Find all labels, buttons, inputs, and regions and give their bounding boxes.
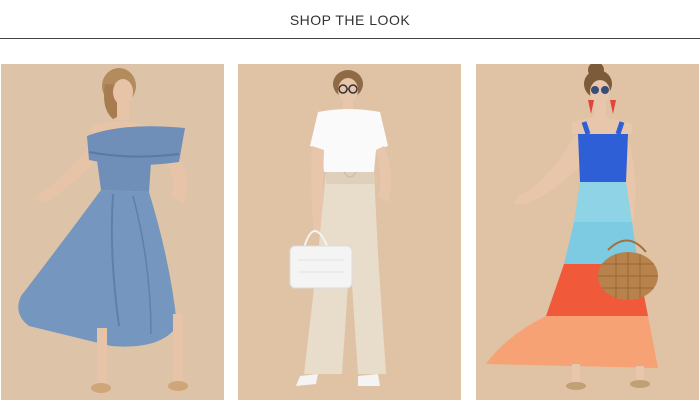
product-image-colorblock-dress [476, 64, 699, 400]
product-card-blue-dress[interactable] [1, 64, 224, 400]
product-image-blue-dress [1, 64, 224, 400]
header-divider [0, 38, 700, 39]
product-card-white-top-beige-pants[interactable] [238, 64, 461, 400]
section-title: SHOP THE LOOK [289, 12, 411, 28]
product-grid [0, 64, 700, 400]
product-card-colorblock-dress[interactable] [476, 64, 699, 400]
page-header: SHOP THE LOOK [0, 0, 700, 39]
product-image-white-top-beige-pants [238, 64, 461, 400]
